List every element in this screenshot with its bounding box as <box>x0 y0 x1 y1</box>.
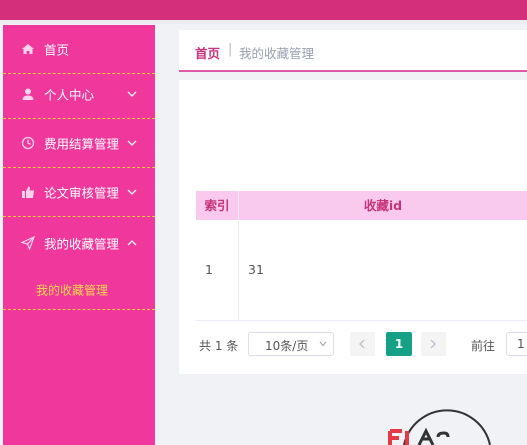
page-size-value: 10条/页 <box>265 339 309 353</box>
chevron-right-icon <box>430 339 436 349</box>
chevron-down-icon <box>127 140 137 146</box>
sidebar-item-label: 个人中心 <box>44 87 95 103</box>
breadcrumb: 首页 | 我的收藏管理 <box>179 30 527 72</box>
prev-page-button[interactable] <box>350 332 375 356</box>
thumbs-up-icon <box>22 186 34 198</box>
page-size-select[interactable]: 10条/页 <box>248 332 334 356</box>
clock-icon <box>21 136 35 150</box>
content-card: 索引 收藏id 1 31 共 1 条 10条/页 1 前往 <box>179 80 527 374</box>
next-page-button[interactable] <box>421 332 446 356</box>
pagination-total: 共 1 条 <box>199 339 239 353</box>
submenu-item-label: 我的收藏管理 <box>36 283 109 298</box>
chevron-down-icon <box>127 91 137 97</box>
home-icon <box>22 44 34 54</box>
submenu-item-my-favorites[interactable]: 我的收藏管理 <box>3 271 155 310</box>
chevron-left-icon <box>359 339 365 349</box>
cell-index-value: 1 <box>205 262 213 277</box>
table-row[interactable]: 1 31 <box>196 220 527 321</box>
cell-favorite-id-value: 31 <box>248 262 264 277</box>
cell-index: 1 <box>196 220 239 320</box>
sidebar: 首页 个人中心 费用结算管理 论文审核管理 我的收藏管理 我的收藏管理 <box>3 25 155 445</box>
watermark-logo <box>388 409 491 445</box>
sidebar-item-label: 论文审核管理 <box>44 185 120 201</box>
sidebar-item-my-favorites[interactable]: 我的收藏管理 <box>3 218 155 267</box>
sidebar-item-label: 费用结算管理 <box>44 136 120 152</box>
breadcrumb-separator: | <box>228 42 233 57</box>
main-content: 首页 | 我的收藏管理 索引 收藏id 1 31 共 1 条 10条/页 1 前… <box>155 24 527 445</box>
goto-label: 前往 <box>471 339 496 353</box>
sidebar-item-label: 首页 <box>44 42 70 58</box>
send-icon <box>21 235 35 250</box>
chevron-down-icon <box>319 341 327 347</box>
chevron-up-icon <box>127 239 137 245</box>
sidebar-item-home[interactable]: 首页 <box>3 25 155 74</box>
sidebar-item-fee-settlement[interactable]: 费用结算管理 <box>3 119 155 168</box>
sidebar-item-personal-center[interactable]: 个人中心 <box>3 70 155 119</box>
page-number-button[interactable]: 1 <box>386 332 412 356</box>
breadcrumb-current: 我的收藏管理 <box>239 46 315 61</box>
column-header-favorite-id[interactable]: 收藏id <box>239 191 527 220</box>
chevron-down-icon <box>127 189 137 195</box>
table-header: 索引 收藏id <box>196 191 527 220</box>
column-header-index[interactable]: 索引 <box>196 191 239 220</box>
pagination: 共 1 条 10条/页 1 前往 <box>179 330 527 360</box>
user-icon <box>22 88 34 100</box>
goto-page-input[interactable] <box>506 332 527 356</box>
top-bar <box>0 0 527 20</box>
sidebar-item-paper-review[interactable]: 论文审核管理 <box>3 168 155 217</box>
breadcrumb-home-link[interactable]: 首页 <box>195 43 220 62</box>
sidebar-item-label: 我的收藏管理 <box>44 236 120 251</box>
